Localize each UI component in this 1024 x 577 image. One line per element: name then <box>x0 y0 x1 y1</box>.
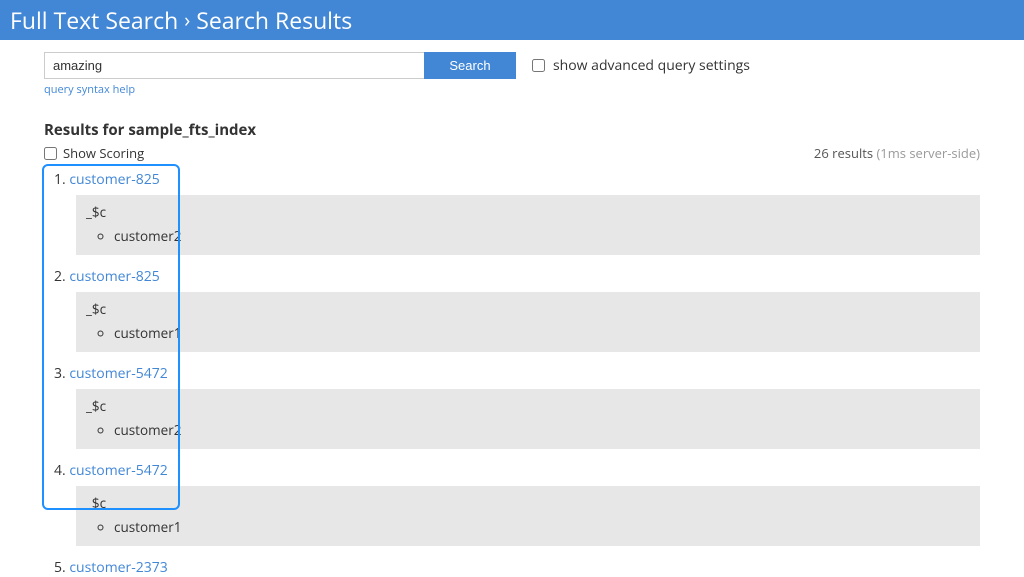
chevron-right-icon: › <box>184 10 190 30</box>
advanced-settings-label: show advanced query settings <box>553 56 750 75</box>
advanced-settings-toggle[interactable]: show advanced query settings <box>532 56 750 75</box>
result-value: customer2 <box>114 421 970 439</box>
search-row: Search show advanced query settings <box>44 52 980 79</box>
result-count-num: 26 results <box>814 144 873 162</box>
result-body: _$c customer2 <box>76 195 980 255</box>
result-count-time: (1ms server-side) <box>876 144 980 162</box>
result-field: _$c <box>86 203 970 221</box>
result-link[interactable]: customer-825 <box>69 267 159 286</box>
result-field: _$c <box>86 300 970 318</box>
result-body: _$c customer1 <box>76 486 980 546</box>
result-field: _$c <box>86 494 970 512</box>
result-link[interactable]: customer-5472 <box>69 364 167 383</box>
show-scoring-checkbox[interactable] <box>44 147 57 160</box>
result-value: customer1 <box>114 324 970 342</box>
search-input[interactable] <box>44 52 424 79</box>
show-scoring-label: Show Scoring <box>63 144 144 162</box>
result-link[interactable]: customer-5472 <box>69 461 167 480</box>
results-title: Results for sample_fts_index <box>44 120 980 140</box>
show-scoring-toggle[interactable]: Show Scoring <box>44 144 144 162</box>
result-item: 4. customer-5472 _$c customer1 <box>44 455 980 546</box>
breadcrumb-current: Search Results <box>196 4 352 36</box>
result-number: 1. <box>54 170 66 189</box>
result-number: 4. <box>54 461 66 480</box>
result-link[interactable]: customer-2373 <box>69 558 167 577</box>
breadcrumb-root[interactable]: Full Text Search <box>10 4 178 36</box>
result-item: 2. customer-825 _$c customer1 <box>44 261 980 352</box>
result-item: 5. customer-2373 <box>44 552 980 577</box>
result-link[interactable]: customer-825 <box>69 170 159 189</box>
breadcrumb-banner: Full Text Search › Search Results <box>0 0 1024 40</box>
search-button[interactable]: Search <box>424 52 516 79</box>
result-item: 3. customer-5472 _$c customer2 <box>44 358 980 449</box>
advanced-settings-checkbox[interactable] <box>532 59 545 72</box>
result-value: customer1 <box>114 518 970 536</box>
result-field: _$c <box>86 397 970 415</box>
result-item: 1. customer-825 _$c customer2 <box>44 164 980 255</box>
result-value: customer2 <box>114 227 970 245</box>
query-syntax-help-link[interactable]: query syntax help <box>44 82 135 97</box>
result-body: _$c customer1 <box>76 292 980 352</box>
result-number: 3. <box>54 364 66 383</box>
result-number: 2. <box>54 267 66 286</box>
result-count: 26 results (1ms server-side) <box>814 144 980 162</box>
result-number: 5. <box>54 558 66 577</box>
result-body: _$c customer2 <box>76 389 980 449</box>
results-subheader: Show Scoring 26 results (1ms server-side… <box>44 144 980 162</box>
results-list: 1. customer-825 _$c customer2 2. custome… <box>44 164 980 577</box>
